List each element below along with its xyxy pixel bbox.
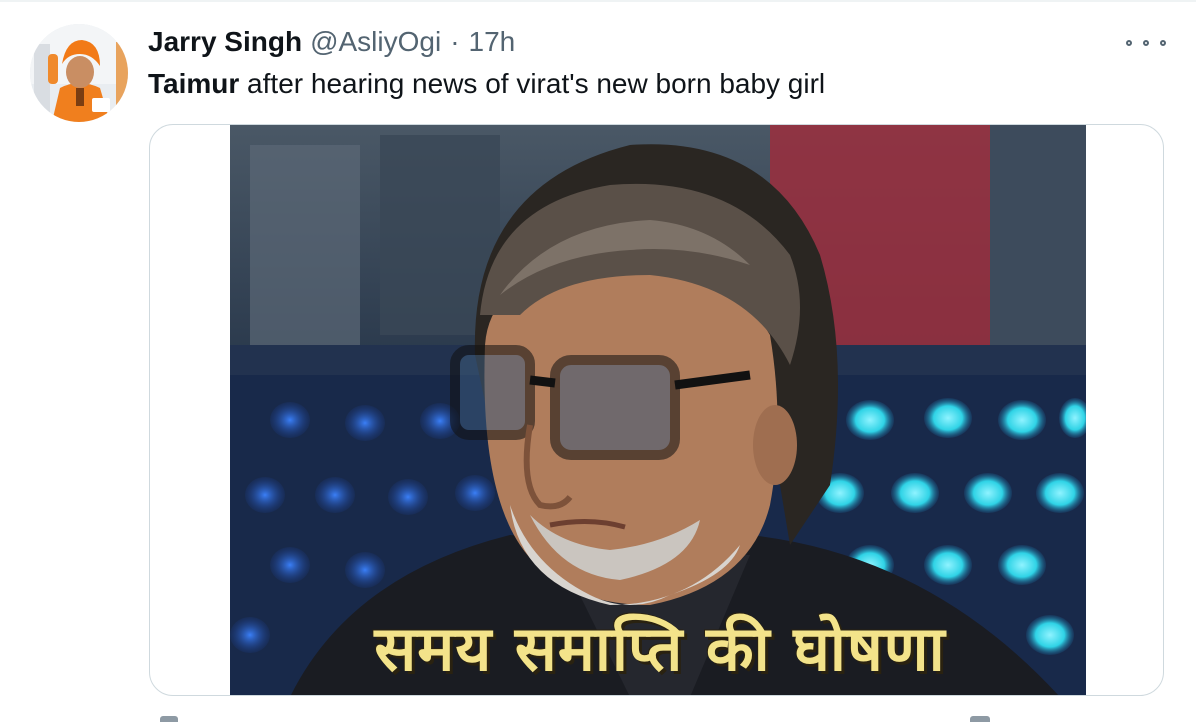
more-dot: [1160, 40, 1166, 46]
action-icon-hint: [970, 716, 990, 722]
tweet-text-mention: Taimur: [148, 68, 240, 99]
tweet[interactable]: Jarry Singh @AsliyOgi · 17h Taimur after…: [0, 0, 1196, 722]
separator-dot: ·: [450, 26, 460, 57]
media-image[interactable]: समय समाप्ति की घोषणा: [230, 125, 1086, 695]
avatar[interactable]: [30, 24, 128, 122]
more-horizontal-icon: [1126, 40, 1132, 46]
display-name[interactable]: Jarry Singh: [148, 26, 302, 58]
user-handle[interactable]: @AsliyOgi: [310, 26, 441, 58]
more-options-button[interactable]: [1126, 32, 1166, 54]
tweet-text: Taimur after hearing news of virat's new…: [148, 68, 825, 100]
meme-caption: समय समाप्ति की घोषणा: [374, 612, 946, 685]
timestamp[interactable]: 17h: [469, 26, 516, 58]
media-card[interactable]: समय समाप्ति की घोषणा: [149, 124, 1164, 696]
avatar-image: [30, 24, 128, 122]
tweet-header: Jarry Singh @AsliyOgi · 17h: [148, 26, 515, 62]
action-icon-hint: [160, 716, 178, 722]
more-dot: [1143, 40, 1149, 46]
tweet-text-body: after hearing news of virat's new born b…: [239, 68, 826, 99]
